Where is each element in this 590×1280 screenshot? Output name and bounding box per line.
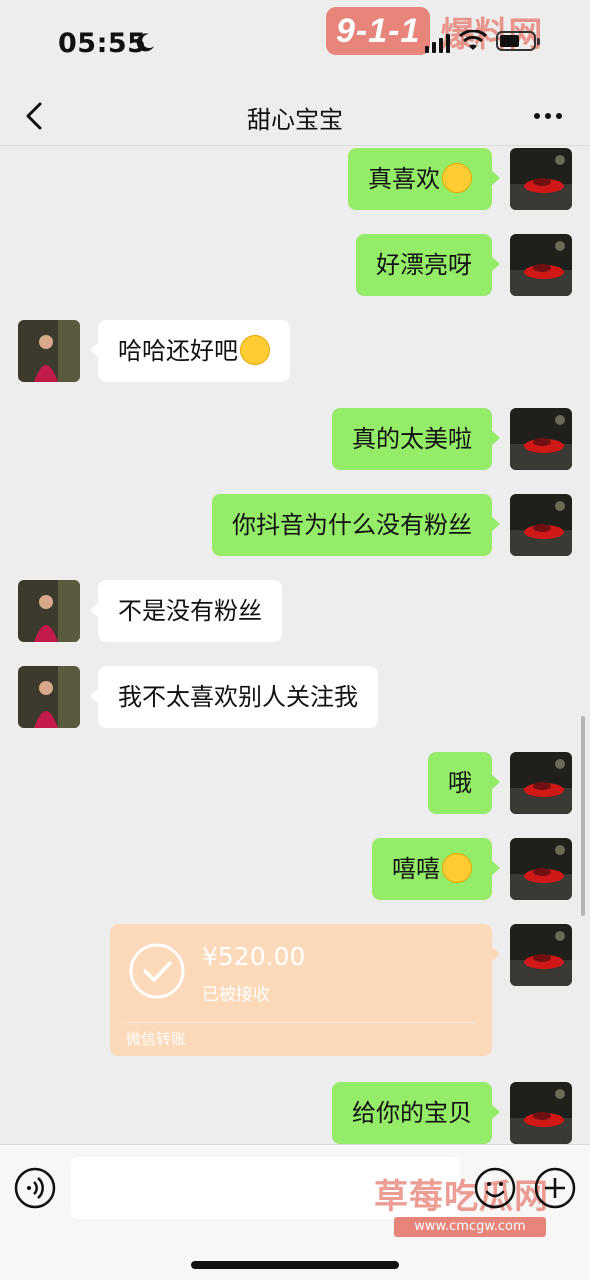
message-bubble[interactable]: 给你的宝贝 bbox=[332, 1082, 500, 1144]
message-bubble[interactable]: 好漂亮呀 bbox=[356, 234, 500, 296]
status-bar: 05:55 9-1-1 爆料网 bbox=[0, 0, 590, 88]
message-bubble[interactable]: 哦 bbox=[428, 752, 500, 814]
battery-icon bbox=[496, 31, 540, 51]
moon-icon bbox=[136, 33, 154, 52]
watermark-top: 9-1-1 爆料网 bbox=[326, 4, 584, 58]
message-bubble[interactable]: 嘻嘻 bbox=[372, 838, 500, 900]
self-avatar[interactable] bbox=[510, 148, 572, 210]
message-bubble[interactable]: 真喜欢 bbox=[348, 148, 500, 210]
self-avatar[interactable] bbox=[510, 234, 572, 296]
voice-icon[interactable] bbox=[14, 1167, 56, 1209]
message-bubble[interactable]: 真的太美啦 bbox=[332, 408, 500, 470]
check-circle-icon bbox=[129, 943, 185, 999]
message-bubble[interactable]: 哈哈还好吧 bbox=[90, 320, 290, 382]
transfer-amount: ¥520.00 bbox=[202, 942, 306, 971]
transfer-status: 已被接收 bbox=[202, 985, 270, 1005]
thinking-emoji-icon bbox=[240, 335, 270, 365]
message-text: 你抖音为什么没有粉丝 bbox=[232, 511, 472, 539]
self-avatar[interactable] bbox=[510, 408, 572, 470]
emoji-icon[interactable] bbox=[474, 1167, 516, 1209]
chat-area[interactable]: 真喜欢 好漂亮呀 哈哈还好吧 真的太美啦 你抖音为什么没有粉丝 不是没有粉丝 我… bbox=[0, 146, 590, 1144]
transfer-card[interactable]: ¥520.00 已被接收 微信转账 bbox=[110, 924, 500, 1056]
watermark-bottom: 草莓吃瓜网 bbox=[374, 1177, 549, 1217]
wifi-icon bbox=[458, 30, 488, 50]
message-text: 真喜欢 bbox=[368, 165, 440, 193]
plus-icon[interactable] bbox=[534, 1167, 576, 1209]
heart-eyes-emoji-icon bbox=[442, 163, 472, 193]
more-dots-icon[interactable] bbox=[532, 100, 564, 132]
watermark-badge: 9-1-1 bbox=[326, 7, 431, 55]
message-text: 好漂亮呀 bbox=[376, 251, 472, 279]
message-bubble[interactable]: 你抖音为什么没有粉丝 bbox=[212, 494, 500, 556]
home-indicator[interactable] bbox=[191, 1261, 399, 1269]
grin-emoji-icon bbox=[442, 853, 472, 883]
message-text: 哦 bbox=[448, 769, 472, 797]
self-avatar[interactable] bbox=[510, 752, 572, 814]
message-text: 给你的宝贝 bbox=[352, 1099, 472, 1127]
status-time: 05:55 bbox=[58, 28, 147, 59]
signal-icon bbox=[425, 34, 450, 53]
input-bar: 草莓吃瓜网 www.cmcgw.com bbox=[0, 1144, 590, 1280]
message-text: 我不太喜欢别人关注我 bbox=[118, 683, 358, 711]
divider bbox=[126, 1022, 476, 1023]
contact-avatar[interactable] bbox=[18, 580, 80, 642]
message-text: 哈哈还好吧 bbox=[118, 337, 238, 365]
scrollbar[interactable] bbox=[581, 716, 585, 916]
watermark-url: www.cmcgw.com bbox=[394, 1217, 546, 1237]
nav-bar: 甜心宝宝 bbox=[0, 88, 590, 146]
self-avatar[interactable] bbox=[510, 924, 572, 986]
transfer-label: 微信转账 bbox=[126, 1030, 187, 1048]
message-text: 真的太美啦 bbox=[352, 425, 472, 453]
message-text: 嘻嘻 bbox=[392, 855, 440, 883]
self-avatar[interactable] bbox=[510, 494, 572, 556]
chat-title: 甜心宝宝 bbox=[247, 106, 343, 134]
self-avatar[interactable] bbox=[510, 838, 572, 900]
message-bubble[interactable]: 不是没有粉丝 bbox=[90, 580, 282, 642]
self-avatar[interactable] bbox=[510, 1082, 572, 1144]
contact-avatar[interactable] bbox=[18, 666, 80, 728]
contact-avatar[interactable] bbox=[18, 320, 80, 382]
message-text: 不是没有粉丝 bbox=[118, 597, 262, 625]
message-bubble[interactable]: 我不太喜欢别人关注我 bbox=[90, 666, 378, 728]
